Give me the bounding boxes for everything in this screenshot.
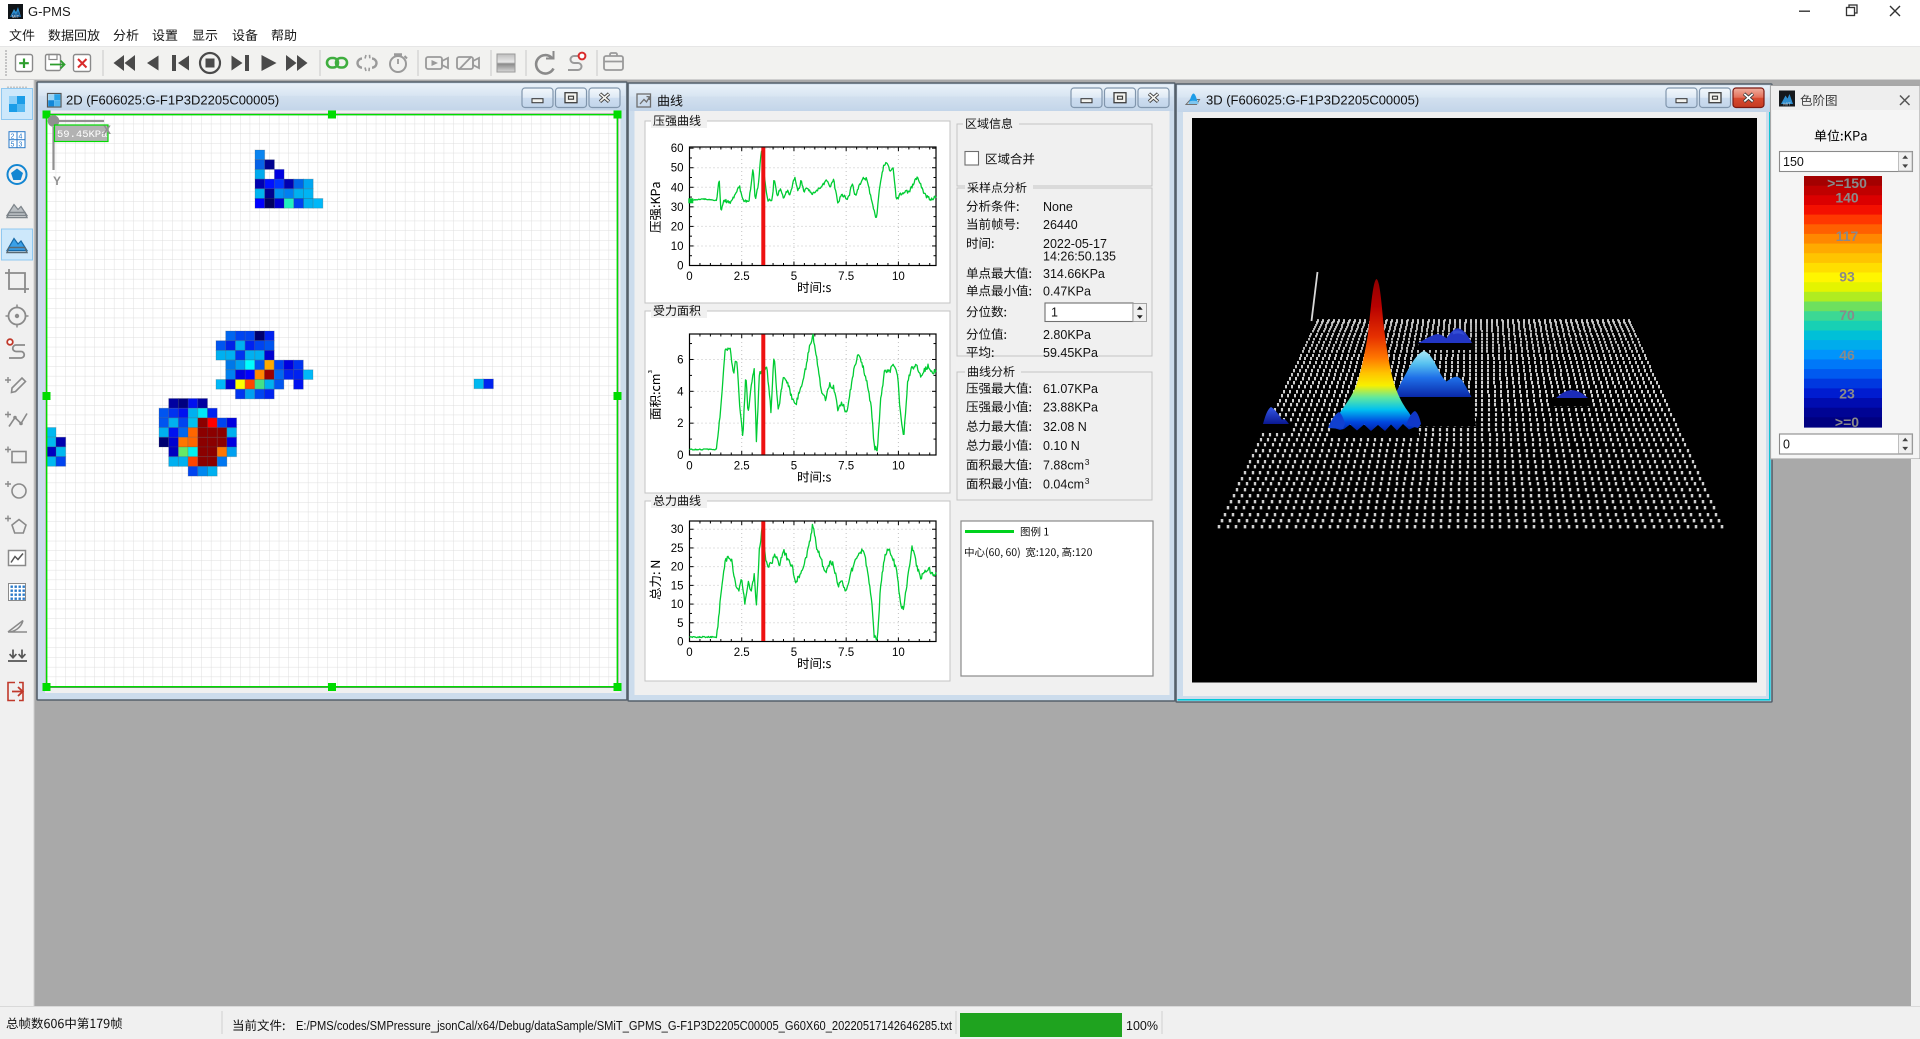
svg-text:14:26:50.135: 14:26:50.135 [1043, 249, 1116, 263]
svg-text:10: 10 [671, 241, 684, 253]
svg-text:4: 4 [677, 386, 684, 398]
svg-text:0: 0 [677, 637, 683, 649]
svg-text:2.5: 2.5 [734, 461, 750, 473]
svg-text:20: 20 [671, 562, 684, 574]
svg-text:23: 23 [1839, 386, 1855, 402]
svg-text:3D (F606025:G-F1P3D2205C00005): 3D (F606025:G-F1P3D2205C00005) [1206, 93, 1419, 108]
svg-text:70: 70 [1839, 307, 1855, 323]
svg-text:0: 0 [1783, 438, 1790, 452]
svg-text:2.5: 2.5 [734, 647, 750, 659]
svg-text:0: 0 [686, 647, 692, 659]
svg-text:15: 15 [671, 580, 684, 592]
svg-text:2.80KPa: 2.80KPa [1043, 328, 1091, 342]
svg-text:3: 3 [19, 142, 23, 149]
svg-text:50: 50 [671, 163, 684, 175]
svg-text:23.88KPa: 23.88KPa [1043, 400, 1098, 414]
svg-text:2.5: 2.5 [734, 271, 750, 283]
svg-text:MiT: MiT [12, 14, 20, 19]
svg-text:7.5: 7.5 [838, 647, 854, 659]
svg-text:46: 46 [1839, 347, 1855, 363]
svg-text:26440: 26440 [1043, 218, 1078, 232]
svg-text:7.88cm: 7.88cm [1043, 458, 1084, 472]
svg-text:E:/PMS/codes/SMPressure_jsonCa: E:/PMS/codes/SMPressure_jsonCal/x64/Debu… [296, 1019, 952, 1033]
svg-text:7.5: 7.5 [838, 271, 854, 283]
svg-text:140: 140 [1835, 190, 1859, 206]
svg-text:0.47KPa: 0.47KPa [1043, 284, 1091, 298]
svg-text:20: 20 [671, 221, 684, 233]
svg-text:0.04cm: 0.04cm [1043, 477, 1084, 491]
svg-text:5: 5 [677, 618, 683, 630]
svg-text:10: 10 [892, 647, 905, 659]
svg-text:5: 5 [11, 142, 15, 149]
svg-text:2: 2 [11, 134, 15, 141]
svg-text:0: 0 [677, 450, 683, 462]
svg-text:59.45KPa: 59.45KPa [57, 129, 107, 141]
svg-text:30: 30 [671, 524, 684, 536]
svg-text:150: 150 [1783, 155, 1804, 169]
svg-text:0: 0 [677, 261, 683, 273]
svg-text:10: 10 [892, 461, 905, 473]
svg-text:MiT: MiT [1783, 102, 1791, 107]
svg-text:25: 25 [671, 543, 684, 555]
svg-text:117: 117 [1836, 228, 1859, 244]
svg-text:5: 5 [791, 647, 797, 659]
svg-text:61.07KPa: 61.07KPa [1043, 382, 1098, 396]
svg-text:0.10 N: 0.10 N [1043, 439, 1080, 453]
svg-text:3: 3 [1085, 457, 1090, 467]
svg-text:0: 0 [686, 461, 692, 473]
svg-text:10: 10 [892, 271, 905, 283]
svg-text:59.45KPa: 59.45KPa [1043, 346, 1098, 360]
svg-text:Y: Y [53, 174, 61, 188]
svg-text:G-PMS: G-PMS [28, 4, 71, 19]
svg-text:93: 93 [1839, 268, 1855, 284]
svg-text:60: 60 [671, 143, 684, 155]
svg-text:5: 5 [791, 461, 797, 473]
svg-text:30: 30 [671, 202, 684, 214]
svg-text:32.08 N: 32.08 N [1043, 420, 1087, 434]
svg-text:5: 5 [791, 271, 797, 283]
svg-text:6: 6 [677, 354, 683, 366]
svg-text:314.66KPa: 314.66KPa [1043, 267, 1105, 281]
svg-text:1: 1 [1051, 306, 1058, 320]
svg-text:X: X [103, 123, 111, 137]
svg-text:>=0: >=0 [1835, 414, 1859, 430]
svg-text:100%: 100% [1126, 1019, 1158, 1033]
svg-text:>=150: >=150 [1827, 175, 1867, 191]
svg-text:10: 10 [671, 599, 684, 611]
svg-text:2: 2 [677, 418, 683, 430]
svg-text:2D (F606025:G-F1P3D2205C00005): 2D (F606025:G-F1P3D2205C00005) [66, 93, 279, 108]
svg-text:7.5: 7.5 [838, 461, 854, 473]
svg-text:0: 0 [686, 271, 692, 283]
svg-text:4: 4 [19, 134, 23, 141]
svg-text:3: 3 [1085, 476, 1090, 486]
svg-text:None: None [1043, 200, 1073, 214]
svg-text:40: 40 [671, 182, 684, 194]
